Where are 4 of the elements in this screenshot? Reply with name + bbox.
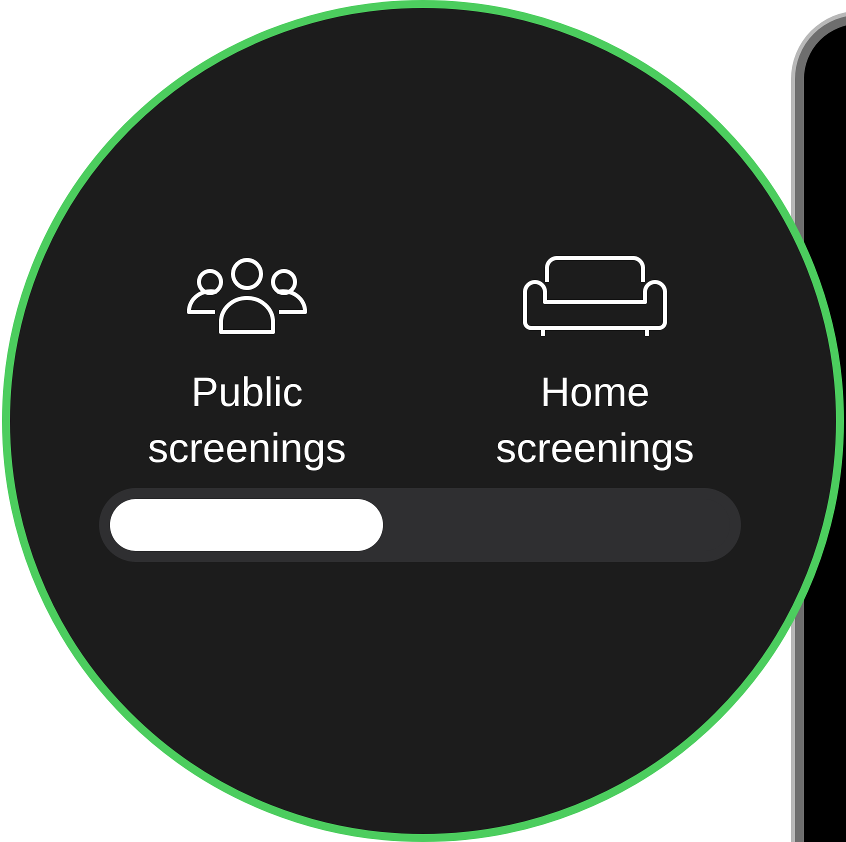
option-label[interactable]: Public screenings xyxy=(117,364,377,476)
sofa-icon xyxy=(523,256,667,336)
option-label[interactable]: Home screenings xyxy=(465,364,725,476)
people-group-icon xyxy=(185,256,309,336)
